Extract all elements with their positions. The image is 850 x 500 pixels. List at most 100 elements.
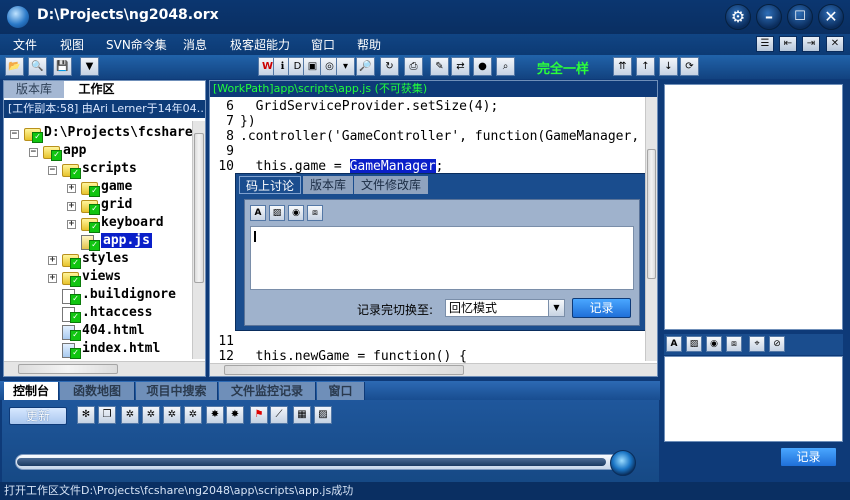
collapse-icon[interactable]: − <box>10 130 19 139</box>
zoom-icon[interactable]: ⌕ <box>496 57 515 76</box>
refresh-icon[interactable]: ↻ <box>380 57 399 76</box>
code-editor[interactable]: [WorkPath]app\scripts\app.js (不可获集) 6 Gr… <box>209 80 658 377</box>
tree-item[interactable]: ✓ 404.html <box>4 323 192 341</box>
tab-code-discussion[interactable]: 码上讨论 <box>239 176 301 194</box>
record-button[interactable]: 记录 <box>572 298 631 318</box>
prev-diff-icon[interactable]: ↑ <box>636 57 655 76</box>
cluster-a-icon[interactable]: ✸ <box>206 406 224 424</box>
tree-vertical-thumb[interactable] <box>194 133 204 283</box>
tab-workspace[interactable]: 工作区 <box>65 81 128 98</box>
right-font-icon[interactable]: A <box>666 336 682 352</box>
dropdown-arrow-icon[interactable]: ▾ <box>336 57 355 76</box>
code-line[interactable]: 9 <box>210 144 240 159</box>
tree-item[interactable]: + ✓ game <box>4 179 192 197</box>
bell-icon[interactable]: ● <box>473 57 492 76</box>
tool-b-icon[interactable]: ✲ <box>142 406 160 424</box>
menu-geek[interactable]: 极客超能力 <box>230 36 290 53</box>
menu-svn[interactable]: SVN命令集 <box>106 36 167 53</box>
progress-slider[interactable] <box>15 454 620 470</box>
calendar-icon[interactable]: ▦ <box>293 406 311 424</box>
close-window-icon[interactable]: ✕ <box>826 36 844 52</box>
next-diff-icon[interactable]: ↓ <box>659 57 678 76</box>
discussion-input[interactable] <box>250 226 634 290</box>
search-files-icon[interactable]: 🔍 <box>28 57 47 76</box>
settings-gear-icon[interactable]: ⚙ <box>725 4 751 30</box>
cascade-windows-icon[interactable]: ⇤ <box>779 36 797 52</box>
expand-icon[interactable]: + <box>48 256 57 265</box>
attach-icon[interactable]: ⊘ <box>769 336 785 352</box>
link-icon[interactable]: ⟋ <box>270 406 288 424</box>
code-line[interactable]: 6 GridServiceProvider.setSize(4); <box>210 99 498 114</box>
menu-window[interactable]: 窗口 <box>311 36 335 53</box>
menu-view[interactable]: 视图 <box>60 36 84 53</box>
expand-icon[interactable]: + <box>48 274 57 283</box>
picture-icon[interactable]: ▨ <box>314 406 332 424</box>
tab-file-change-log[interactable]: 文件修改库 <box>354 176 428 194</box>
print-icon[interactable]: ⎙ <box>404 57 423 76</box>
tree-horizontal-thumb[interactable] <box>18 364 118 374</box>
update-button[interactable]: 更新 <box>9 407 67 425</box>
right-screenshot-icon[interactable]: ⧈ <box>726 336 742 352</box>
right-camera-icon[interactable]: ◉ <box>706 336 722 352</box>
tree-horizontal-scrollbar[interactable] <box>4 361 205 376</box>
tree-item[interactable]: − ✓ app <box>4 143 192 161</box>
mode-select[interactable]: 回忆模式 ▼ <box>445 299 565 317</box>
code-line[interactable]: 10 this.game = GameManager; <box>210 159 444 174</box>
edit-icon[interactable]: ✎ <box>430 57 449 76</box>
right-image-icon[interactable]: ▨ <box>686 336 702 352</box>
code-line[interactable]: 11 <box>210 334 240 349</box>
tab-project-search[interactable]: 项目中搜索 <box>136 382 218 400</box>
code-line[interactable]: 12 this.newGame = function() { <box>210 349 467 364</box>
close-button[interactable]: ✕ <box>818 4 844 30</box>
tree-item[interactable]: + ✓ keyboard <box>4 215 192 233</box>
minimize-button[interactable]: – <box>756 4 782 30</box>
tree-item[interactable]: ✓ index.html <box>4 341 192 359</box>
tab-function-map[interactable]: 函数地图 <box>60 382 135 400</box>
tab-console[interactable]: 控制台 <box>4 382 59 400</box>
next-window-icon[interactable]: ⇥ <box>802 36 820 52</box>
editor-vertical-scrollbar[interactable] <box>645 97 657 361</box>
tile-windows-icon[interactable]: ☰ <box>756 36 774 52</box>
expand-icon[interactable]: + <box>67 202 76 211</box>
tree-item[interactable]: ✓ app.js <box>4 233 192 251</box>
collapse-icon[interactable]: − <box>29 148 38 157</box>
flower-icon[interactable]: ✻ <box>77 406 95 424</box>
tree-item[interactable]: + ✓ views <box>4 269 192 287</box>
tool-d-icon[interactable]: ✲ <box>184 406 202 424</box>
flag-icon[interactable]: ⚑ <box>250 406 268 424</box>
tree-item[interactable]: − ✓ scripts <box>4 161 192 179</box>
right-record-button[interactable]: 记录 <box>780 447 837 467</box>
editor-vertical-thumb[interactable] <box>647 149 656 279</box>
menu-messages[interactable]: 消息 <box>183 36 207 53</box>
swap-icon[interactable]: ⇄ <box>451 57 470 76</box>
editor-horizontal-thumb[interactable] <box>224 365 464 375</box>
tool-a-icon[interactable]: ✲ <box>121 406 139 424</box>
tree-item[interactable]: ✓ .buildignore <box>4 287 192 305</box>
camera-icon[interactable]: ◉ <box>288 205 304 221</box>
code-line[interactable]: 8 .controller('GameController', function(… <box>210 129 639 144</box>
font-icon[interactable]: A <box>250 205 266 221</box>
tree-item[interactable]: ✓ .htaccess <box>4 305 192 323</box>
tab-repository[interactable]: 版本库 <box>4 81 64 98</box>
filter-icon[interactable]: ▼ <box>80 57 99 76</box>
save-icon[interactable]: 💾 <box>53 57 72 76</box>
cluster-b-icon[interactable]: ✸ <box>226 406 244 424</box>
first-diff-icon[interactable]: ⇈ <box>613 57 632 76</box>
tool-c-icon[interactable]: ✲ <box>163 406 181 424</box>
expand-icon[interactable]: + <box>67 184 76 193</box>
collapse-icon[interactable]: − <box>48 166 57 175</box>
tab-popup-repository[interactable]: 版本库 <box>303 176 353 194</box>
tab-window[interactable]: 窗口 <box>317 382 365 400</box>
menu-file[interactable]: 文件 <box>13 36 37 53</box>
right-comment-input[interactable] <box>664 356 843 442</box>
image-icon[interactable]: ▨ <box>269 205 285 221</box>
menu-help[interactable]: 帮助 <box>357 36 381 53</box>
copy-icon[interactable]: ❐ <box>98 406 116 424</box>
tree-item[interactable]: + ✓ grid <box>4 197 192 215</box>
code-line[interactable]: 7}) <box>210 114 255 129</box>
progress-slider-knob[interactable] <box>610 450 636 476</box>
open-folder-icon[interactable]: 📂 <box>5 57 24 76</box>
screenshot-icon[interactable]: ⧈ <box>307 205 323 221</box>
find-icon[interactable]: 🔎 <box>356 57 375 76</box>
tree-item[interactable]: + ✓ styles <box>4 251 192 269</box>
